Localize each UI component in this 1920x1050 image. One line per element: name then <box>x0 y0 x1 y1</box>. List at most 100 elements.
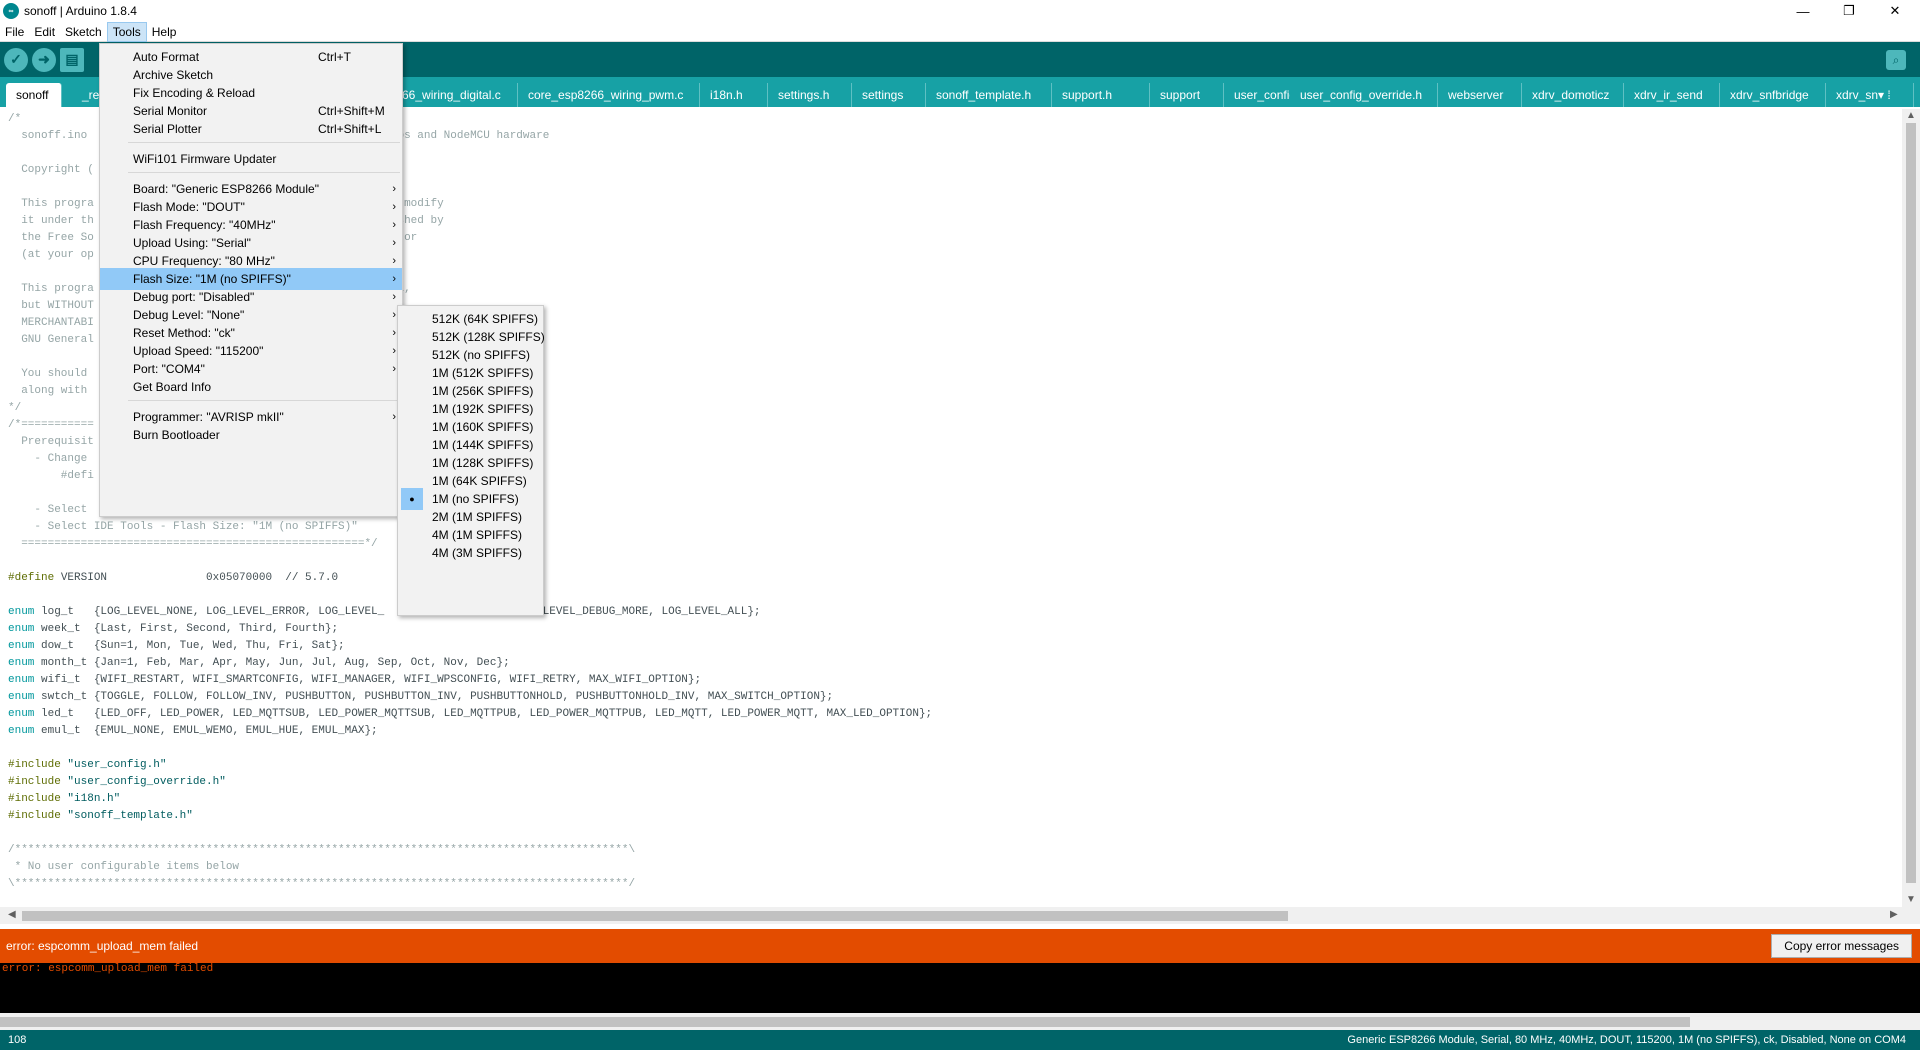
menu-item-label: 1M (192K SPIFFS) <box>432 402 534 416</box>
scroll-up-icon[interactable]: ▲ <box>1906 110 1916 121</box>
code-token: emul_t {EMUL_NONE, EMUL_WEMO, EMUL_HUE, … <box>34 725 378 737</box>
code-line: ========================================… <box>8 536 377 553</box>
code-line: /***************************************… <box>8 842 635 859</box>
console-line: error: espcomm_upload_mem failed <box>2 963 214 975</box>
code-token: enum <box>8 674 35 686</box>
verify-button[interactable]: ✓ <box>4 47 28 72</box>
tab-sonoff-template-h[interactable]: sonoff_template.h <box>926 83 1052 107</box>
tab-re[interactable]: _re <box>72 83 102 107</box>
menu-tools[interactable]: Tools <box>106 21 147 42</box>
code-token: enum <box>8 623 35 635</box>
board-info: Generic ESP8266 Module, Serial, 80 MHz, … <box>1347 1034 1906 1046</box>
editor-vertical-scrollbar[interactable]: ▲ ▼ <box>1902 109 1920 909</box>
scroll-left-icon[interactable]: ◀ <box>8 909 16 920</box>
console-horizontal-scrollbar[interactable] <box>0 1013 1920 1030</box>
tab-sonoff[interactable]: sonoff <box>6 83 62 107</box>
scroll-right-icon[interactable]: ▶ <box>1890 909 1898 920</box>
scroll-thumb[interactable] <box>1906 123 1916 883</box>
code-token: it under th <box>8 215 94 227</box>
tab-settings-h[interactable]: settings.h <box>768 83 852 107</box>
flash-size-option-4m-3m-spiffs[interactable]: 4M (3M SPIFFS) <box>398 542 543 564</box>
code-token: /*=========== <box>8 419 94 431</box>
menu-item-label: 4M (1M SPIFFS) <box>432 528 523 542</box>
menu-help[interactable]: Help <box>147 22 182 42</box>
code-token: Copyright ( <box>8 164 94 176</box>
upload-button[interactable]: ➜ <box>32 47 56 72</box>
menu-item-label: Fix Encoding & Reload <box>133 86 256 100</box>
title-bar: ∞ sonoff | Arduino 1.8.4 — ❐ ✕ <box>0 0 1920 22</box>
scroll-thumb[interactable] <box>0 1017 1690 1027</box>
code-token: MERCHANTABI <box>8 317 94 329</box>
menu-separator <box>128 172 400 173</box>
code-line: Prerequisit <box>8 434 94 451</box>
tools-menu-item-get-board-info[interactable]: Get Board Info <box>100 376 402 398</box>
code-token: * No user configurable items below <box>8 861 240 873</box>
code-line: * No user configurable items below <box>8 859 239 876</box>
console-output[interactable]: error: espcomm_upload_mem failed <box>0 963 1920 1013</box>
tools-menu-item-serial-plotter[interactable]: Serial Plotter Ctrl+Shift+L <box>100 118 402 140</box>
editor-horizontal-scrollbar[interactable]: ◀ ▶ <box>0 907 1920 924</box>
code-line: GNU General <box>8 332 94 349</box>
tab-webserver[interactable]: webserver <box>1438 83 1522 107</box>
code-token: dow_t {Sun=1, Mon, Tue, Wed, Thu, Fri, S… <box>34 640 345 652</box>
tab-support-h[interactable]: support.h <box>1052 83 1150 107</box>
code-line: You should <box>8 366 94 383</box>
code-line: along with <box>8 383 94 400</box>
menu-item-label: Flash Frequency: "40MHz" <box>133 218 276 232</box>
menu-item-label: Serial Plotter <box>133 122 202 136</box>
code-line: #include "sonoff_template.h" <box>8 808 193 825</box>
menu-file[interactable]: File <box>0 22 29 42</box>
tab-xdrv-snfbridge[interactable]: xdrv_snfbridge <box>1720 83 1826 107</box>
tools-menu-item-wifi101-firmware-updater[interactable]: WiFi101 Firmware Updater <box>100 148 402 170</box>
flash-size-submenu: 512K (64K SPIFFS) 512K (128K SPIFFS) 512K … <box>397 305 545 616</box>
minimize-button[interactable]: — <box>1783 0 1823 22</box>
close-button[interactable]: ✕ <box>1875 0 1915 22</box>
code-line: #include "i18n.h" <box>8 791 120 808</box>
code-token: VERSION 0x05070000 // 5.7.0 <box>54 572 339 584</box>
code-line: Copyright ( <box>8 162 94 179</box>
code-token: wifi_t {WIFI_RESTART, WIFI_SMARTCONFIG, … <box>34 674 702 686</box>
code-token: "user_config.h" <box>60 759 167 771</box>
maximize-button[interactable]: ❐ <box>1829 0 1869 22</box>
tab-user-config-override-h[interactable]: user_config_override.h <box>1290 83 1438 107</box>
tab-i18n-h[interactable]: i18n.h <box>700 83 768 107</box>
menu-sketch[interactable]: Sketch <box>60 22 107 42</box>
code-token: GNU General <box>8 334 94 346</box>
copy-error-messages-button[interactable]: Copy error messages <box>1771 934 1912 958</box>
tab-xdrv-overflow[interactable]: xdrv_sn▾ ⁞ <box>1826 83 1914 107</box>
code-token: enum <box>8 606 35 618</box>
menu-item-label: Board: "Generic ESP8266 Module" <box>133 182 319 196</box>
serial-monitor-button[interactable]: ⌕ <box>1886 50 1906 70</box>
scroll-down-icon[interactable]: ▼ <box>1906 894 1916 905</box>
code-token: /* <box>8 113 22 125</box>
tab-wiring-pwm[interactable]: core_esp8266_wiring_pwm.c <box>518 83 700 107</box>
code-token: enum <box>8 640 35 652</box>
code-line: enum dow_t {Sun=1, Mon, Tue, Wed, Thu, F… <box>8 638 345 655</box>
code-token: "i18n.h" <box>60 793 121 805</box>
code-token: #define <box>8 572 55 584</box>
tab-support[interactable]: support <box>1150 83 1224 107</box>
arduino-logo-icon: ∞ <box>3 3 19 19</box>
menu-item-label: Debug Level: "None" <box>133 308 245 322</box>
menu-bar: File Edit Sketch Tools Help <box>0 21 1920 42</box>
code-line: enum log_t {LOG_LEVEL_NONE, LOG_LEVEL_ER… <box>8 604 761 621</box>
tools-menu-item-burn-bootloader[interactable]: Burn Bootloader <box>100 424 402 446</box>
menu-edit[interactable]: Edit <box>29 22 60 42</box>
window-title: sonoff | Arduino 1.8.4 <box>24 4 137 18</box>
menu-item-label: 1M (512K SPIFFS) <box>432 366 534 380</box>
code-token: This progra <box>8 198 94 210</box>
tab-wiring-digital[interactable]: 66_wiring_digital.c <box>400 83 518 107</box>
code-token: but WITHOUT <box>8 300 94 312</box>
tab-settings[interactable]: settings <box>852 83 926 107</box>
menu-item-label: Get Board Info <box>133 380 212 394</box>
new-sketch-button[interactable]: ▤ <box>60 47 84 72</box>
tab-xdrv-ir-send[interactable]: xdrv_ir_send <box>1624 83 1720 107</box>
line-number: 108 <box>8 1034 27 1046</box>
code-line: enum emul_t {EMUL_NONE, EMUL_WEMO, EMUL_… <box>8 723 378 740</box>
menu-item-label: 1M (128K SPIFFS) <box>432 456 534 470</box>
code-token: week_t {Last, First, Second, Third, Four… <box>34 623 339 635</box>
code-line: - Select <box>8 502 94 519</box>
tab-xdrv-domoticz[interactable]: xdrv_domoticz <box>1522 83 1624 107</box>
menu-item-label: Archive Sketch <box>133 68 214 82</box>
scroll-thumb[interactable] <box>22 911 1288 921</box>
